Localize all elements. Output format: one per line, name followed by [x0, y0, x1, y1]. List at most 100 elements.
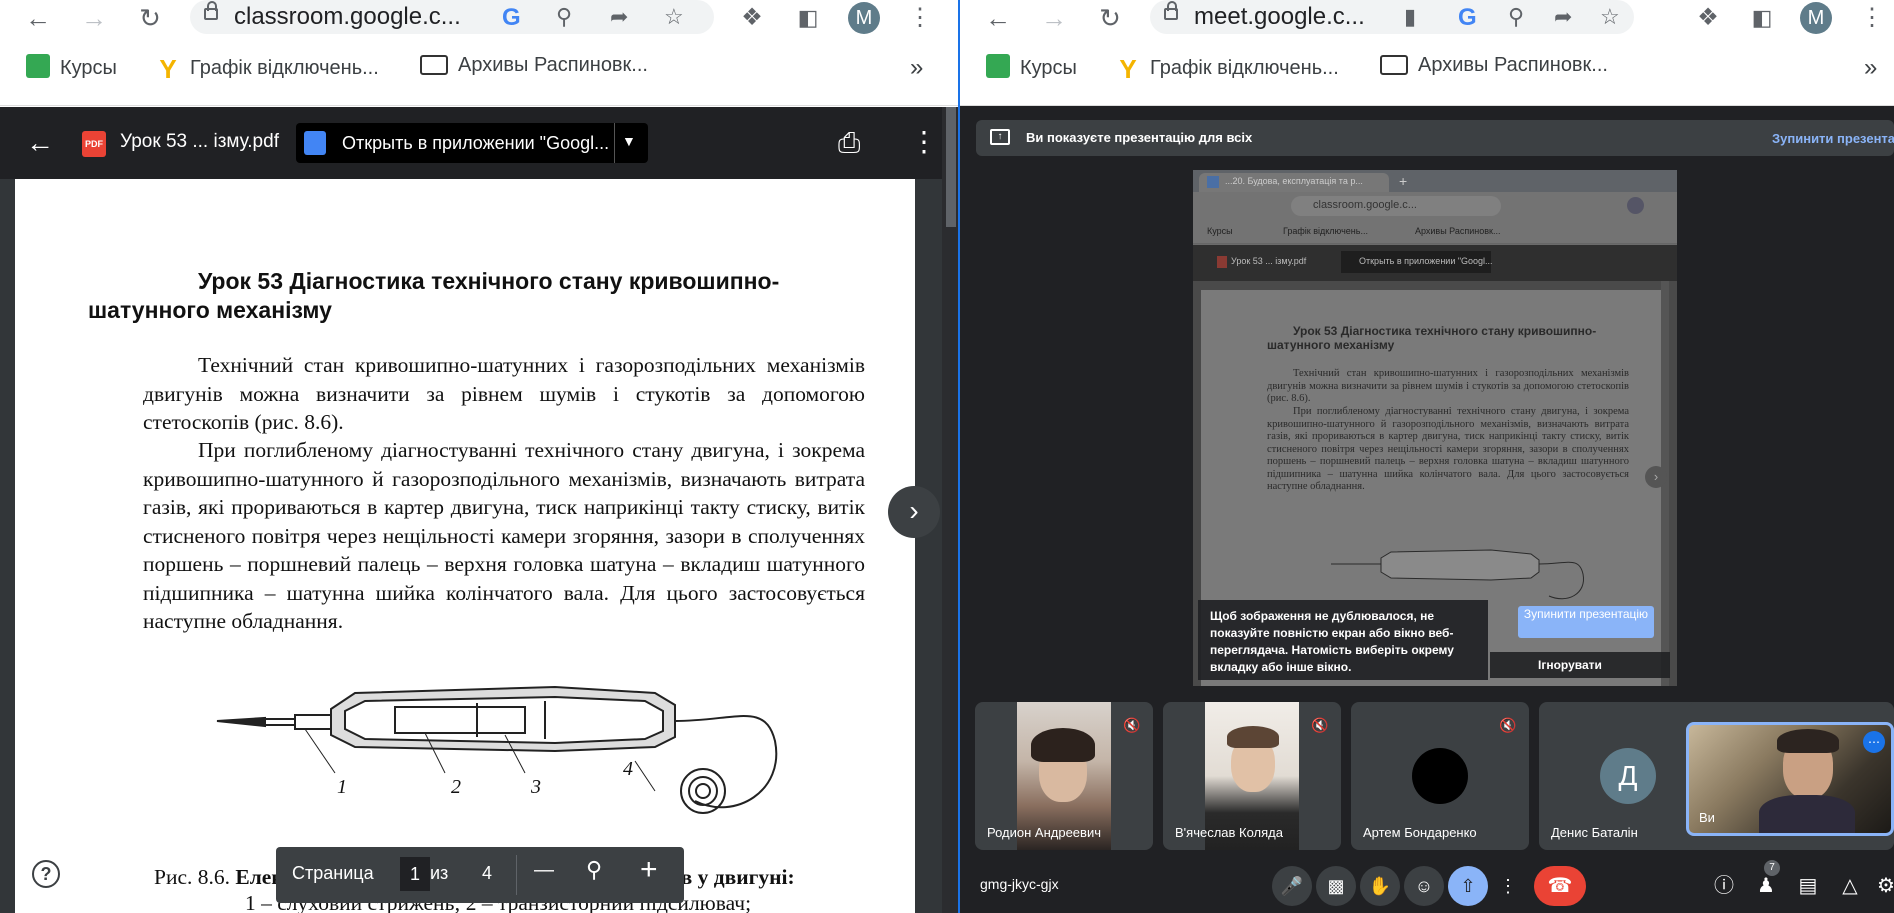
print-icon[interactable]: ⎙	[838, 127, 860, 160]
google-docs-icon	[304, 131, 326, 155]
mic-off-icon: 🔇	[1311, 717, 1329, 733]
mini-open-in-app-label: Открыть в приложении "Googl...	[1359, 256, 1493, 266]
page-total: 4	[482, 863, 493, 883]
fit-zoom-icon[interactable]: ⚲	[586, 857, 602, 883]
emoji-icon[interactable]: ☺	[1404, 866, 1444, 906]
zoom-icon[interactable]: ⚲	[556, 4, 572, 30]
document-title: Урок 53 Діагностика технічного стану кри…	[88, 267, 865, 325]
bookmark-courses[interactable]: Курсы	[26, 54, 117, 80]
bookmarks-more-icon[interactable]: »	[1864, 54, 1877, 82]
camera-icon[interactable]: ▮	[1404, 4, 1416, 30]
participant-tile[interactable]: 🔇 Артем Бондаренко	[1351, 702, 1529, 850]
zoom-out-button[interactable]: —	[534, 859, 554, 882]
bookmark-star-icon[interactable]: ☆	[1600, 4, 1620, 30]
y-logo-icon: Y	[1119, 54, 1137, 84]
menu-dots-icon[interactable]: ⋮	[1856, 2, 1888, 34]
raise-hand-icon[interactable]: ✋	[1360, 866, 1400, 906]
bookmark-outages[interactable]: Y Графік відключень...	[156, 54, 379, 84]
help-icon[interactable]: ?	[32, 860, 60, 888]
stethoscope-figure: 1 2 3 4	[216, 685, 778, 814]
presenting-banner: ↑ Ви показуєте презентацію для всіх Зупи…	[976, 120, 1894, 156]
more-options-icon[interactable]: ⋮	[1488, 866, 1528, 906]
dropdown-arrow-icon[interactable]: ▼	[622, 133, 636, 149]
pdf-more-icon[interactable]: ⋮	[910, 125, 938, 158]
back-icon[interactable]: ←	[22, 2, 54, 34]
profile-avatar[interactable]: M	[848, 2, 880, 34]
divider	[516, 855, 517, 895]
classroom-icon	[26, 54, 50, 78]
participant-avatar	[1412, 748, 1468, 804]
mic-icon[interactable]: 🎤	[1272, 866, 1312, 906]
mini-bookmark-1: Курсы	[1207, 226, 1233, 236]
reload-icon[interactable]: ↻	[1094, 2, 1126, 34]
activities-icon[interactable]: △	[1832, 868, 1868, 904]
people-count-badge: 7	[1764, 860, 1780, 876]
stop-presenting-link[interactable]: Зупинити презентацію	[1772, 131, 1894, 146]
share-icon[interactable]: ➦	[1554, 4, 1572, 30]
bookmark-label: Курсы	[1020, 57, 1077, 79]
end-call-icon[interactable]: ☎	[1534, 866, 1586, 906]
chat-icon[interactable]: ▤	[1790, 868, 1826, 904]
hair-shape	[1777, 729, 1839, 753]
figure-label-3: 3	[530, 776, 541, 798]
page-label: Страница	[292, 863, 374, 883]
stop-presentation-button[interactable]: Зупинити презентацію	[1518, 606, 1654, 638]
profile-avatar[interactable]: M	[1800, 2, 1832, 34]
participant-name: В'ячеслав Коляда	[1175, 825, 1283, 840]
mic-off-icon: 🔇	[1499, 717, 1517, 733]
participant-name: Денис Баталін	[1551, 825, 1638, 840]
reload-icon[interactable]: ↻	[134, 2, 166, 34]
self-view-tile[interactable]: ⋯ Ви	[1686, 722, 1894, 836]
bookmark-label: Графік відключень...	[190, 57, 379, 79]
address-bar[interactable]: meet.google.c... ▮ G ⚲ ➦ ☆	[1150, 0, 1634, 34]
mini-new-tab-icon: +	[1399, 173, 1408, 189]
extensions-icon[interactable]: ❖	[1692, 2, 1724, 34]
lock-icon	[1164, 1, 1178, 20]
bookmark-outages[interactable]: Y Графік відключень...	[1116, 54, 1338, 84]
share-icon[interactable]: ➦	[610, 4, 628, 30]
chip-icon	[420, 55, 448, 75]
camera-icon[interactable]: ▩	[1316, 866, 1356, 906]
mini-tab-title: ...20. Будова, експлуатація та р...	[1225, 176, 1363, 186]
address-bar[interactable]: classroom.google.c... G ⚲ ➦ ☆	[190, 0, 714, 34]
pdf-back-icon[interactable]: ←	[26, 127, 54, 159]
info-icon[interactable]: ⓘ	[1706, 868, 1742, 904]
menu-dots-icon[interactable]: ⋮	[904, 2, 936, 34]
bookmark-courses[interactable]: Курсы	[986, 54, 1077, 80]
zoom-icon[interactable]: ⚲	[1508, 4, 1524, 30]
google-icon[interactable]: G	[502, 4, 521, 32]
back-icon[interactable]: ←	[982, 2, 1014, 34]
figure-label-1: 1	[337, 776, 347, 798]
host-controls-icon[interactable]: ⚙	[1868, 868, 1894, 904]
present-screen-icon[interactable]: ⇧	[1448, 866, 1488, 906]
google-icon[interactable]: G	[1458, 4, 1477, 32]
mini-bookmark-2: Графік відключень...	[1283, 226, 1368, 236]
forward-icon[interactable]: →	[1038, 2, 1070, 34]
mini-bookmarks: Курсы Графік відключень... Архивы Распин…	[1193, 220, 1677, 244]
participant-tile[interactable]: 🔇 Родион Андреевич	[975, 702, 1153, 850]
side-panel-icon[interactable]: ◧	[792, 2, 824, 34]
bookmark-pinouts[interactable]: Архивы Распиновк...	[1380, 54, 1608, 77]
bookmark-label: Архивы Распиновк...	[458, 54, 648, 76]
open-in-app-label: Открыть в приложении "Googl...	[342, 133, 610, 153]
open-in-app-button[interactable]: Открыть в приложении "Googl... ▼	[296, 123, 648, 163]
bookmarks-more-icon[interactable]: »	[910, 54, 923, 82]
participant-tile[interactable]: 🔇 В'ячеслав Коляда	[1163, 702, 1341, 850]
more-options-icon[interactable]: ⋯	[1863, 731, 1885, 753]
mic-off-icon: 🔇	[1123, 717, 1141, 733]
side-panel-icon[interactable]: ◧	[1746, 2, 1778, 34]
participant-name: Артем Бондаренко	[1363, 825, 1477, 840]
bookmark-star-icon[interactable]: ☆	[664, 4, 684, 30]
zoom-in-button[interactable]: +	[640, 853, 658, 887]
ignore-button[interactable]: Ігнорувати	[1490, 652, 1670, 678]
meeting-code: gmg-jkyc-gjx	[980, 876, 1059, 892]
y-logo-icon: Y	[159, 54, 177, 84]
extensions-icon[interactable]: ❖	[736, 2, 768, 34]
pdf-scroll-thumb[interactable]	[946, 107, 956, 227]
page-number-input[interactable]: 1	[400, 857, 430, 891]
next-page-arrow-icon[interactable]: ›	[888, 486, 940, 538]
pdf-scrollbar[interactable]	[942, 107, 958, 913]
chip-icon	[1380, 55, 1408, 75]
forward-icon[interactable]: →	[78, 2, 110, 34]
bookmark-pinouts[interactable]: Архивы Распиновк...	[420, 54, 648, 77]
